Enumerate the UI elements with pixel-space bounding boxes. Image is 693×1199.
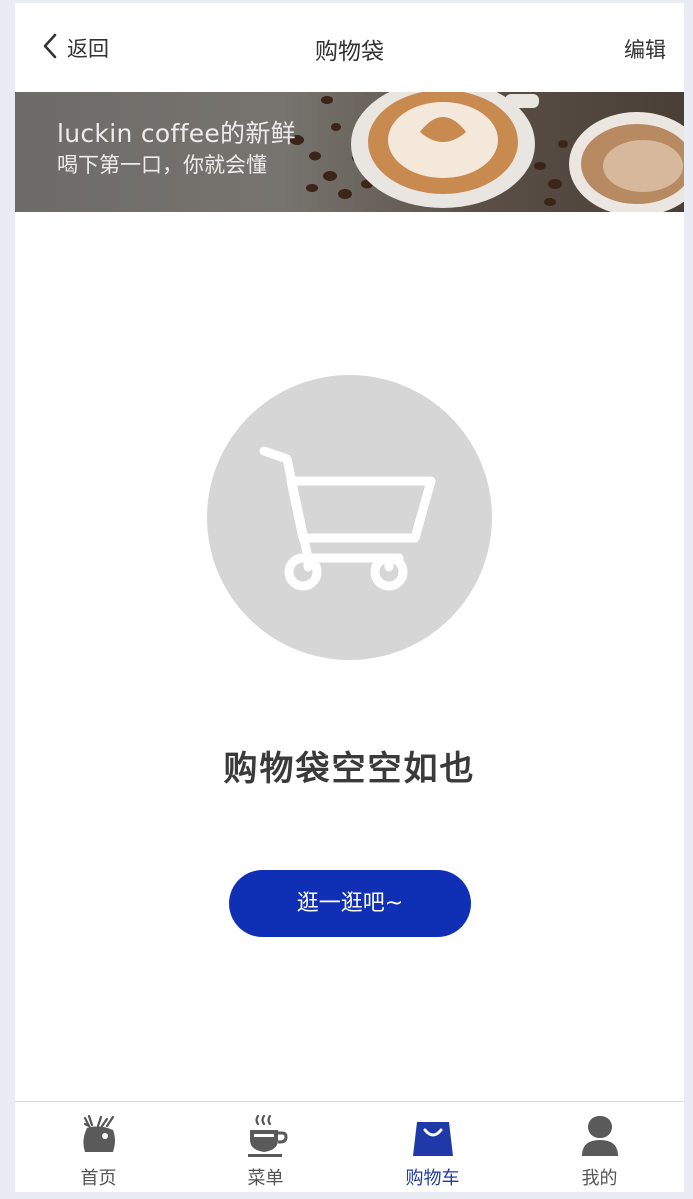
user-icon	[578, 1114, 622, 1158]
empty-state-title: 购物袋空空如也	[223, 749, 476, 789]
tab-home-label: 首页	[80, 1168, 117, 1189]
page-title: 购物袋	[315, 39, 384, 65]
promo-banner[interactable]: luckin coffee的新鲜 喝下第一口，你就会懂	[15, 92, 684, 212]
banner-subline: 喝下第一口，你就会懂	[57, 153, 267, 177]
coffee-cup-icon	[244, 1114, 288, 1158]
bottom-tab-bar: 首页 菜单 购物车 我的	[15, 1101, 684, 1192]
shopping-bag-icon	[411, 1114, 455, 1158]
tab-profile[interactable]: 我的	[516, 1102, 683, 1192]
banner-text: luckin coffee的新鲜 喝下第一口，你就会懂	[57, 118, 296, 180]
empty-cart-illustration	[207, 375, 492, 660]
edit-button[interactable]: 编辑	[624, 34, 666, 64]
app-screen: 返回 购物袋 编辑 luckin coffee的新鲜 喝下第一口，你就会懂 购物…	[15, 3, 684, 1192]
banner-headline: luckin coffee的新鲜	[57, 119, 296, 148]
tab-menu-label: 菜单	[247, 1168, 284, 1189]
tab-menu[interactable]: 菜单	[182, 1102, 349, 1192]
tab-home[interactable]: 首页	[15, 1102, 182, 1192]
shopping-cart-icon	[259, 446, 436, 591]
browse-button[interactable]: 逛一逛吧~	[229, 870, 471, 937]
deer-logo-icon	[77, 1114, 121, 1158]
tab-cart-label: 购物车	[405, 1168, 460, 1189]
top-nav-bar: 返回 购物袋 编辑	[15, 3, 684, 92]
tab-profile-label: 我的	[581, 1168, 618, 1189]
tab-cart[interactable]: 购物车	[349, 1102, 516, 1192]
